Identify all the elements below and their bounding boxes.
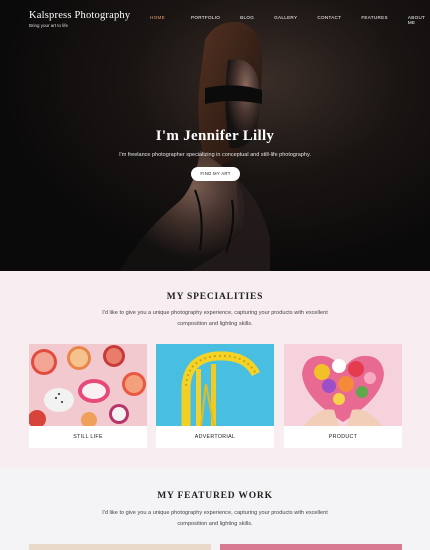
card-label: STILL LIFE [73,434,103,440]
specialities-title: MY SPECIALITIES [166,292,264,302]
hero-section: Kalspress Photography Bring your art to … [0,0,430,271]
featured-work-section: MY FEATURED WORK I'd like to give you a … [0,468,430,550]
card-advertorial[interactable]: ADVERTORIAL [156,344,274,448]
nav-features[interactable]: FEATURES [361,15,388,25]
brand[interactable]: Kalspress Photography Bring your art to … [29,10,130,28]
hero-title: I'm Jennifer Lilly [155,128,275,144]
specialities-text: I'd like to give you a unique photograph… [102,310,328,327]
nav-gallery[interactable]: GALLERY [274,15,297,25]
specialities-section: MY SPECIALITIES I'd like to give you a u… [0,271,430,468]
nav-blog[interactable]: BLOG [240,15,254,25]
card-product[interactable]: PRODUCT [284,344,402,448]
nav-contact[interactable]: CONTACT [317,15,341,25]
card-label: ADVERTORIAL [194,434,236,440]
card-still-life[interactable]: STILL LIFE [29,344,147,448]
card-label: PRODUCT [328,434,358,440]
main-nav: HOME PORTFOLIO BLOG GALLERY CONTACT FEAT… [150,15,430,25]
nav-home[interactable]: HOME [150,15,165,25]
brand-tagline: Bring your art to life [29,23,69,28]
brand-name[interactable]: Kalspress Photography [29,10,130,21]
nav-about-me[interactable]: ABOUT ME [408,15,430,25]
product-image [284,344,402,426]
featured-thumb-2[interactable] [220,544,402,550]
hero-subtitle: I'm freelance photographer specializing … [119,152,311,158]
find-my-art-button[interactable]: FIND MY ART [191,167,240,181]
featured-title: MY FEATURED WORK [157,491,273,501]
advertorial-image [156,344,274,426]
featured-text: I'd like to give you a unique photograph… [102,510,328,527]
nav-portfolio[interactable]: PORTFOLIO [191,15,220,25]
site-header: Kalspress Photography Bring your art to … [0,0,430,40]
still-life-image [29,344,147,426]
featured-thumb-1[interactable] [29,544,211,550]
